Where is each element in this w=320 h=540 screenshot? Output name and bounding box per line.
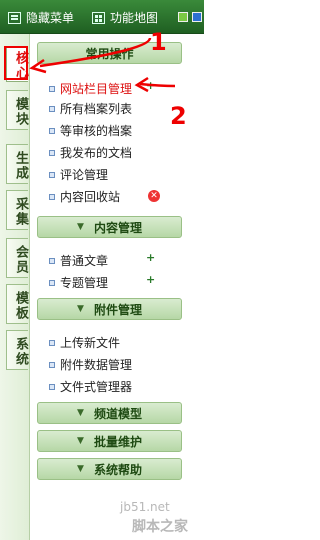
- tab-collect[interactable]: 采集: [6, 190, 28, 230]
- menu-item-label: 附件数据管理: [60, 358, 133, 372]
- section-common-title: 常用操作: [85, 46, 134, 61]
- function-map-label: 功能地图: [110, 11, 159, 25]
- section-content-header[interactable]: ▼ 内容管理: [37, 216, 182, 238]
- section-content-title: 内容管理: [93, 220, 142, 235]
- bullet-icon: [49, 361, 55, 368]
- menu-item-file-manager[interactable]: 文件式管理器: [49, 378, 132, 395]
- add-icon[interactable]: +: [146, 80, 158, 92]
- menu-item-label: 网站栏目管理: [60, 82, 133, 96]
- menu-item-label: 评论管理: [60, 168, 109, 182]
- bullet-icon: [49, 257, 55, 264]
- menu-item-my-docs[interactable]: 我发布的文档: [49, 144, 132, 161]
- section-help-header[interactable]: ▼ 系统帮助: [37, 458, 182, 480]
- section-channel-title: 频道模型: [93, 406, 142, 421]
- tab-core[interactable]: 核心: [6, 46, 28, 82]
- section-common-header[interactable]: 常用操作: [37, 42, 182, 64]
- layout-alt-icon[interactable]: [192, 12, 202, 22]
- section-batch-header[interactable]: ▼ 批量维护: [37, 430, 182, 452]
- chevron-down-icon: ▼: [77, 408, 84, 418]
- menu-item-comments[interactable]: 评论管理: [49, 166, 108, 183]
- hide-menu-button[interactable]: 隐藏菜单: [8, 9, 74, 26]
- section-batch-title: 批量维护: [93, 434, 142, 449]
- chevron-down-icon: ▼: [77, 304, 84, 314]
- bullet-icon: [49, 171, 55, 178]
- bullet-icon: [49, 127, 55, 134]
- menu-item-all-archives[interactable]: 所有档案列表: [49, 100, 132, 117]
- menu-item-recycle-bin[interactable]: 内容回收站: [49, 188, 120, 205]
- menu-item-topics[interactable]: 专题管理: [49, 274, 108, 291]
- watermark-name: 脚本之家: [132, 519, 188, 535]
- hide-menu-icon: [8, 11, 21, 24]
- menu-item-label: 文件式管理器: [60, 380, 133, 394]
- delete-icon[interactable]: ✕: [148, 190, 160, 202]
- tab-generate[interactable]: 生成: [6, 144, 28, 184]
- layout-icon[interactable]: [178, 12, 188, 22]
- menu-item-pending-review[interactable]: 等审核的档案: [49, 122, 132, 139]
- add-icon[interactable]: +: [146, 252, 158, 264]
- tab-module[interactable]: 模块: [6, 90, 28, 130]
- menu-item-label: 所有档案列表: [60, 102, 133, 116]
- section-help-title: 系统帮助: [93, 462, 142, 477]
- bullet-icon: [49, 193, 55, 200]
- menu-item-attach-data[interactable]: 附件数据管理: [49, 356, 132, 373]
- menu-item-upload[interactable]: 上传新文件: [49, 334, 120, 351]
- add-icon[interactable]: +: [146, 274, 158, 286]
- tab-member[interactable]: 会员: [6, 238, 28, 278]
- bullet-icon: [49, 105, 55, 112]
- chevron-down-icon: ▼: [77, 222, 84, 232]
- tab-template[interactable]: 模板: [6, 284, 28, 324]
- chevron-down-icon: ▼: [77, 436, 84, 446]
- section-channel-header[interactable]: ▼ 频道模型: [37, 402, 182, 424]
- chevron-down-icon: ▼: [77, 464, 84, 474]
- hide-menu-label: 隐藏菜单: [26, 11, 75, 25]
- menu-item-site-columns[interactable]: 网站栏目管理: [49, 80, 132, 97]
- menu-item-label: 普通文章: [60, 254, 109, 268]
- module-tab-strip: 核心 模块 生成 采集 会员 模板 系统: [0, 34, 30, 540]
- bullet-icon: [49, 85, 55, 92]
- menu-item-label: 我发布的文档: [60, 146, 133, 160]
- menu-panel: 常用操作 网站栏目管理 + 所有档案列表 等审核的档案 我发布的文档 评论管理 …: [37, 40, 182, 495]
- bullet-icon: [49, 383, 55, 390]
- menu-item-articles[interactable]: 普通文章: [49, 252, 108, 269]
- tab-system[interactable]: 系统: [6, 330, 28, 370]
- grid-icon: [92, 11, 105, 24]
- menu-item-label: 上传新文件: [60, 336, 121, 350]
- watermark-site: jb51.net: [120, 500, 170, 514]
- section-attach-title: 附件管理: [93, 302, 142, 317]
- bullet-icon: [49, 279, 55, 286]
- top-toolbar: 隐藏菜单 功能地图: [0, 0, 204, 34]
- menu-item-label: 等审核的档案: [60, 124, 133, 138]
- bullet-icon: [49, 339, 55, 346]
- menu-item-label: 专题管理: [60, 276, 109, 290]
- function-map-button[interactable]: 功能地图: [92, 9, 158, 26]
- menu-item-label: 内容回收站: [60, 190, 121, 204]
- section-attach-header[interactable]: ▼ 附件管理: [37, 298, 182, 320]
- bullet-icon: [49, 149, 55, 156]
